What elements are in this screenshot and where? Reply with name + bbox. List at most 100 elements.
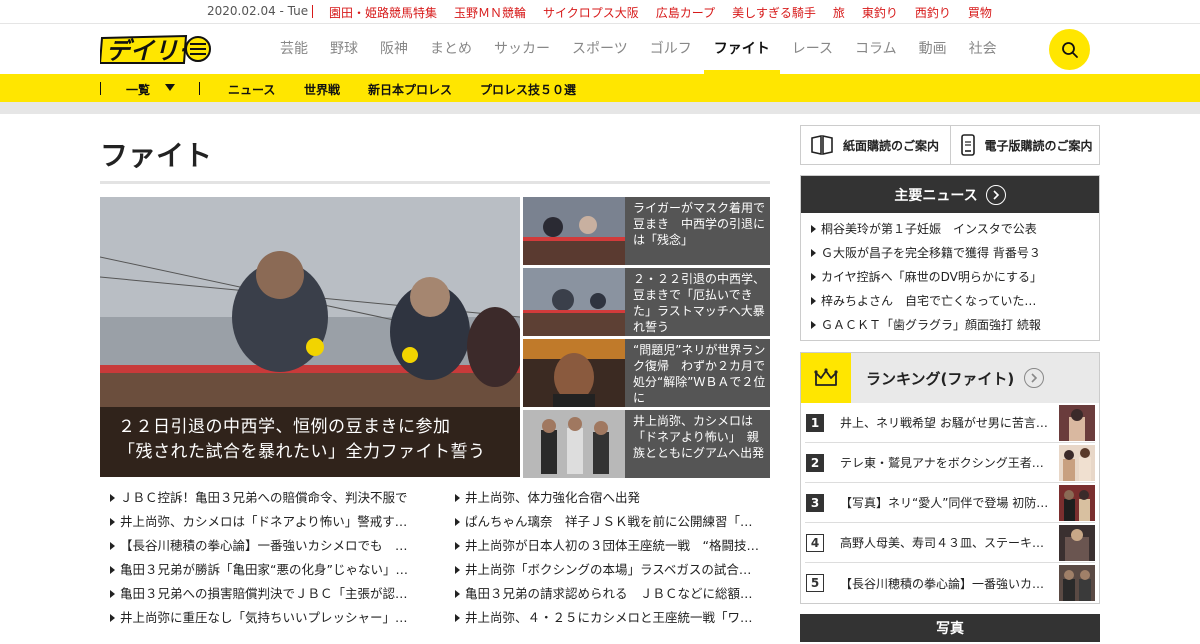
list-item[interactable]: ぱんちゃん璃奈 祥子ＪＳＫ戦を前に公開練習「… (445, 510, 770, 534)
feature-link[interactable]: 旅 (833, 4, 845, 21)
side-story-title: 井上尚弥、カシメロは「ドネアより怖い」 親族とともにグアムへ出発 (633, 414, 765, 460)
search-icon (1061, 41, 1078, 58)
divider (0, 102, 1200, 114)
top-utility-bar: 2020.02.04 - Tue 園田・姫路競馬特集 玉野ＭＮ競輪 サイクロプス… (0, 0, 1200, 24)
current-date: 2020.02.04 - Tue (207, 4, 309, 18)
photo-section-header[interactable]: 写真 (800, 614, 1100, 642)
nav-item-soccer[interactable]: サッカー (494, 24, 550, 74)
rank-number: 4 (806, 533, 824, 552)
list-dropdown-label[interactable]: 一覧 (126, 81, 150, 98)
ranking-box: ランキング(ファイト) 1 井上、ネリ戦希望 お騒がせ男に苦言… 2 テレ東・鷲… (800, 352, 1100, 604)
nav-item-society[interactable]: 社会 (969, 24, 997, 74)
book-icon (811, 135, 833, 155)
subnav-item-njpw[interactable]: 新日本プロレス (368, 81, 452, 98)
digital-subscription-button[interactable]: 電子版購読のご案内 (949, 126, 1100, 164)
site-header: デイリー 芸能 野球 阪神 まとめ サッカー スポーツ ゴルフ ファイト レース… (0, 24, 1200, 74)
rank-title: テレ東・鷲見アナをボクシング王者が… (840, 456, 1055, 470)
paper-subscription-button[interactable]: 紙面購読のご案内 (801, 126, 950, 164)
list-item[interactable]: Ｇ大阪が昌子を完全移籍で獲得 背番号３ (801, 241, 1099, 265)
feature-link[interactable]: 買物 (968, 4, 992, 21)
feature-link[interactable]: 西釣り (915, 4, 951, 21)
list-item[interactable]: 井上尚弥に重圧なし「気持ちいいプレッシャー」… (100, 606, 445, 630)
side-story[interactable]: “問題児”ネリが世界ランク復帰 わずか２カ月で処分“解除”ＷＢＡで２位に (523, 339, 770, 407)
side-story[interactable]: ライガーがマスク着用で豆まき 中西学の引退には「残念」 (523, 197, 770, 265)
nav-item-golf[interactable]: ゴルフ (650, 24, 692, 74)
side-stories: ライガーがマスク着用で豆まき 中西学の引退には「残念」 ２・２２引退の中西学、豆… (523, 197, 770, 481)
nav-item-fight[interactable]: ファイト (703, 24, 780, 74)
side-story[interactable]: 井上尚弥、カシメロは「ドネアより怖い」 親族とともにグアムへ出発 (523, 410, 770, 478)
list-item[interactable]: カイヤ控訴へ「麻世のDV明らかにする」 (801, 265, 1099, 289)
list-item[interactable]: 井上尚弥、カシメロは「ドネアより怖い」警戒す… (100, 510, 445, 534)
list-item[interactable]: 亀田３兄弟への損害賠償判決でＪＢＣ「主張が認… (100, 582, 445, 606)
story-thumbnail (523, 410, 625, 478)
side-story-title: ２・２２引退の中西学、豆まきで「厄払いできた」ラストマッチへ大暴れ誓う (633, 272, 766, 334)
nav-item-race[interactable]: レース (792, 24, 833, 74)
nav-item-baseball[interactable]: 野球 (330, 24, 358, 74)
feature-link[interactable]: サイクロプス大阪 (543, 4, 639, 21)
ranking-row[interactable]: 3 【写真】ネリ“愛人”同伴で登場 初防衛… (805, 483, 1095, 523)
ranking-row[interactable]: 4 高野人母美、寿司４３皿、ステーキ１… (805, 523, 1095, 563)
ranking-header[interactable]: ランキング(ファイト) (801, 353, 1099, 403)
divider (100, 82, 101, 95)
ranking-row[interactable]: 1 井上、ネリ戦希望 お騒がせ男に苦言… (805, 403, 1095, 443)
smartphone-icon (960, 134, 975, 156)
site-logo[interactable]: デイリー (98, 32, 212, 66)
nav-item-sports[interactable]: スポーツ (572, 24, 628, 74)
list-item[interactable]: 亀田３兄弟が勝訴「亀田家“悪の化身”じゃない」… (100, 558, 445, 582)
search-button[interactable] (1049, 29, 1090, 70)
list-item[interactable]: 井上尚弥「ボクシングの本場」ラスベガスの試合… (445, 558, 770, 582)
nav-item-hanshin[interactable]: 阪神 (380, 24, 408, 74)
chevron-right-icon (1024, 368, 1045, 388)
ranking-row[interactable]: 2 テレ東・鷲見アナをボクシング王者が… (805, 443, 1095, 483)
list-item[interactable]: 梓みちよさん 自宅で亡くなっていた… (801, 289, 1099, 313)
subnav-item-world-title[interactable]: 世界戦 (304, 81, 340, 98)
subnav-item-pro-wrestling-moves[interactable]: プロレス技５０選 (480, 81, 576, 98)
subscription-buttons: 紙面購読のご案内 電子版購読のご案内 (800, 125, 1100, 165)
divider (312, 5, 313, 18)
side-story-title: ライガーがマスク着用で豆まき 中西学の引退には「残念」 (633, 201, 766, 247)
feature-link[interactable]: 園田・姫路競馬特集 (329, 4, 437, 21)
rank-number: 1 (806, 413, 824, 432)
ranking-title: ランキング(ファイト) (866, 369, 1015, 388)
news-list-right: 井上尚弥、体力強化合宿へ出発 ぱんちゃん璃奈 祥子ＪＳＫ戦を前に公開練習「… 井… (445, 486, 770, 630)
nav-item-geino[interactable]: 芸能 (280, 24, 308, 74)
list-item[interactable]: 井上尚弥、４・２５にカシメロと王座統一戦「ワ… (445, 606, 770, 630)
list-item[interactable]: 井上尚弥が日本人初の３団体王座統一戦 “格闘技… (445, 534, 770, 558)
rank-thumbnail (1059, 565, 1095, 601)
list-item[interactable]: 【長谷川穂積の拳心論】一番強いカシメロでも … (100, 534, 445, 558)
rank-thumbnail (1059, 524, 1095, 561)
rank-thumbnail (1059, 444, 1095, 481)
rank-thumbnail (1059, 484, 1095, 521)
global-nav: 芸能 野球 阪神 まとめ サッカー スポーツ ゴルフ ファイト レース コラム … (280, 24, 1019, 74)
list-item[interactable]: 井上尚弥、体力強化合宿へ出発 (445, 486, 770, 510)
list-item[interactable]: 亀田３兄弟の請求認められる ＪＢＣなどに総額… (445, 582, 770, 606)
main-news-list: 桐谷美玲が第１子妊娠 インスタで公表 Ｇ大阪が昌子を完全移籍で獲得 背番号３ カ… (801, 213, 1099, 340)
rank-title: 井上、ネリ戦希望 お騒がせ男に苦言… (840, 416, 1048, 430)
paper-subscription-label: 紙面購読のご案内 (843, 138, 940, 153)
rank-title: 高野人母美、寿司４３皿、ステーキ１… (840, 536, 1055, 550)
nav-item-matome[interactable]: まとめ (430, 24, 472, 74)
side-story[interactable]: ２・２２引退の中西学、豆まきで「厄払いできた」ラストマッチへ大暴れ誓う (523, 268, 770, 336)
feature-link[interactable]: 玉野ＭＮ競輪 (454, 4, 526, 21)
digital-subscription-label: 電子版購読のご案内 (984, 138, 1093, 153)
rank-title: 【長谷川穂積の拳心論】一番強いカシ… (840, 576, 1055, 591)
nav-item-column[interactable]: コラム (855, 24, 897, 74)
main-news-header[interactable]: 主要ニュース (801, 176, 1099, 213)
story-thumbnail (523, 197, 625, 265)
subnav-item-news[interactable]: ニュース (228, 81, 275, 98)
list-item[interactable]: ＪＢＣ控訴！亀田３兄弟への賠償命令、判決不服で (100, 486, 445, 510)
rank-number: 3 (806, 493, 824, 512)
hero-caption-line: ２２日引退の中西学、恒例の豆まきに参加 (118, 417, 451, 437)
ranking-row[interactable]: 5 【長谷川穂積の拳心論】一番強いカシ… (805, 563, 1095, 603)
chevron-down-icon[interactable] (164, 81, 176, 96)
sidebar: 紙面購読のご案内 電子版購読のご案内 主要ニュース 桐谷美玲が第１子妊娠 インス… (800, 125, 1100, 642)
list-item[interactable]: ＧＡＣＫＴ「歯グラグラ」顔面強打 続報 (801, 313, 1099, 337)
list-item[interactable]: 桐谷美玲が第１子妊娠 インスタで公表 (801, 217, 1099, 241)
feature-link[interactable]: 美しすぎる騎手 (732, 4, 816, 21)
feature-links: 園田・姫路競馬特集 玉野ＭＮ競輪 サイクロプス大阪 広島カープ 美しすぎる騎手 … (329, 4, 1009, 21)
nav-item-video[interactable]: 動画 (919, 24, 947, 74)
hero-story[interactable]: ２２日引退の中西学、恒例の豆まきに参加 「残された試合を暴れたい」全力ファイト誓… (100, 197, 520, 477)
feature-link[interactable]: 東釣り (862, 4, 898, 21)
feature-link[interactable]: 広島カープ (656, 4, 715, 21)
story-thumbnail (523, 268, 625, 336)
